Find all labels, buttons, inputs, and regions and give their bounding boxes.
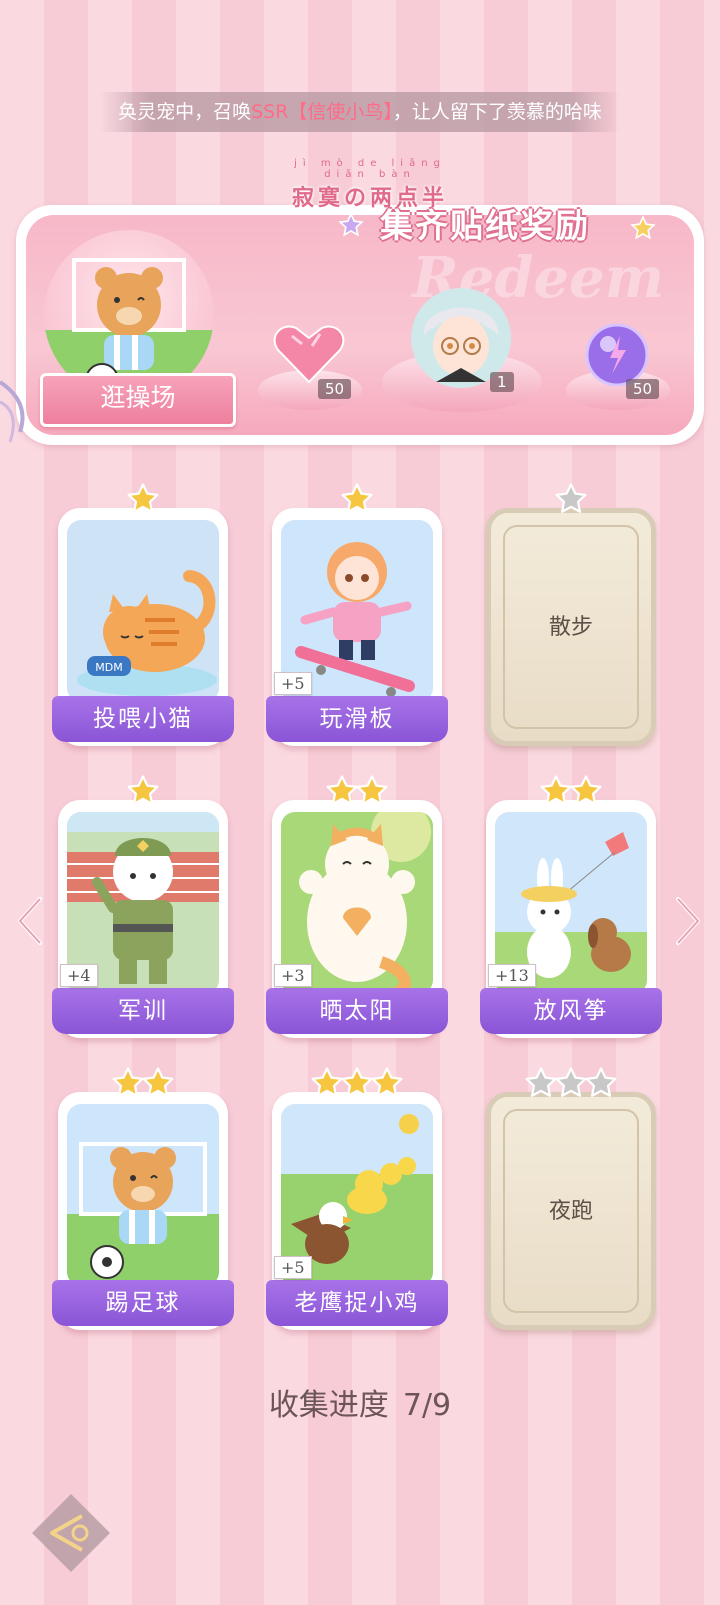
reward-count: 50 xyxy=(626,379,660,399)
sticker-card[interactable]: 军训 +4 xyxy=(52,800,234,1038)
star-decoration-icon xyxy=(630,215,656,240)
star-icon xyxy=(370,1066,404,1100)
bear-soccer-icon xyxy=(67,1104,219,1286)
sticker-name: 晒太阳 xyxy=(266,988,448,1034)
star-icon xyxy=(126,482,160,516)
sticker-bonus-badge: +5 xyxy=(274,672,312,695)
brand-ruby: jì mò de liǎng diǎn bàn xyxy=(294,158,446,180)
ticker-prefix: 奂灵宠中，召唤 xyxy=(118,101,252,123)
sticker-name: 军训 xyxy=(52,988,234,1034)
sticker-stars xyxy=(486,1066,656,1100)
sticker-card[interactable]: 老鹰捉小鸡 +5 xyxy=(266,1092,448,1330)
sticker-card[interactable]: 放风筝 +13 xyxy=(480,800,662,1038)
sticker-card[interactable]: 玩滑板 +5 xyxy=(266,508,448,746)
ticker-highlight: SSR【信使小鸟】 xyxy=(251,101,393,123)
reward-count: 1 xyxy=(490,372,514,392)
orange-cat-eating-icon: MDM xyxy=(67,520,219,702)
sticker-stars xyxy=(58,1066,228,1100)
progress-value: 7/9 xyxy=(402,1388,452,1423)
sticker-name: 老鹰捉小鸡 xyxy=(266,1280,448,1326)
star-icon xyxy=(569,774,603,808)
star-icon xyxy=(524,1066,558,1100)
star-icon xyxy=(554,482,588,516)
star-icon xyxy=(554,1066,588,1100)
sticker-stars xyxy=(272,774,442,808)
locked-sticker-card[interactable]: 散步 xyxy=(486,508,656,746)
sticker-stars xyxy=(58,774,228,808)
sticker-name: 放风筝 xyxy=(480,988,662,1034)
svg-text:MDM: MDM xyxy=(95,661,122,674)
ticker-suffix: ，让人留下了羡慕的哈味 xyxy=(392,101,602,123)
sticker-stars xyxy=(486,482,656,516)
sticker-name: 投喂小猫 xyxy=(52,696,234,742)
reward-count: 50 xyxy=(318,379,352,399)
next-page-arrow-icon[interactable] xyxy=(672,895,704,947)
locked-sticker-card[interactable]: 夜跑 xyxy=(486,1092,656,1330)
prev-page-arrow-icon[interactable] xyxy=(14,895,46,947)
sticker-stars xyxy=(58,482,228,516)
sticker-bonus-badge: +13 xyxy=(488,964,536,987)
star-icon xyxy=(584,1066,618,1100)
sticker-name: 踢足球 xyxy=(52,1280,234,1326)
side-decoration-icon xyxy=(0,380,25,443)
sticker-bonus-badge: +3 xyxy=(274,964,312,987)
sticker-card[interactable]: 晒太阳 +3 xyxy=(266,800,448,1038)
star-icon xyxy=(340,482,374,516)
progress-label: 收集进度 xyxy=(268,1388,389,1423)
sticker-name: 玩滑板 xyxy=(266,696,448,742)
sticker-bonus-badge: +4 xyxy=(60,964,98,987)
back-button-icon[interactable] xyxy=(30,1492,112,1574)
sticker-card[interactable]: 踢足球 xyxy=(52,1092,234,1330)
sticker-stars xyxy=(272,482,442,516)
banner-title: 集齐贴纸奖励 xyxy=(380,206,590,245)
star-icon xyxy=(310,1066,344,1100)
star-icon xyxy=(126,774,160,808)
collection-progress: 收集进度 7/9 xyxy=(0,1380,720,1424)
sticker-card[interactable]: MDM 投喂小猫 xyxy=(52,508,234,746)
star-icon xyxy=(325,774,359,808)
sticker-stars xyxy=(486,774,656,808)
star-icon xyxy=(539,774,573,808)
sticker-stars xyxy=(272,1066,442,1100)
star-decoration-icon xyxy=(338,212,364,237)
star-icon xyxy=(141,1066,175,1100)
sticker-name: 夜跑 xyxy=(548,1199,593,1224)
star-icon xyxy=(340,1066,374,1100)
star-icon xyxy=(355,774,389,808)
star-icon xyxy=(111,1066,145,1100)
announcement-ticker: 奂灵宠中，召唤SSR【信使小鸟】，让人留下了羡慕的哈味 xyxy=(100,92,620,132)
sticker-name: 散步 xyxy=(548,615,593,640)
sticker-bonus-badge: +5 xyxy=(274,1256,312,1279)
go-playground-button[interactable]: 逛操场 xyxy=(40,373,236,427)
